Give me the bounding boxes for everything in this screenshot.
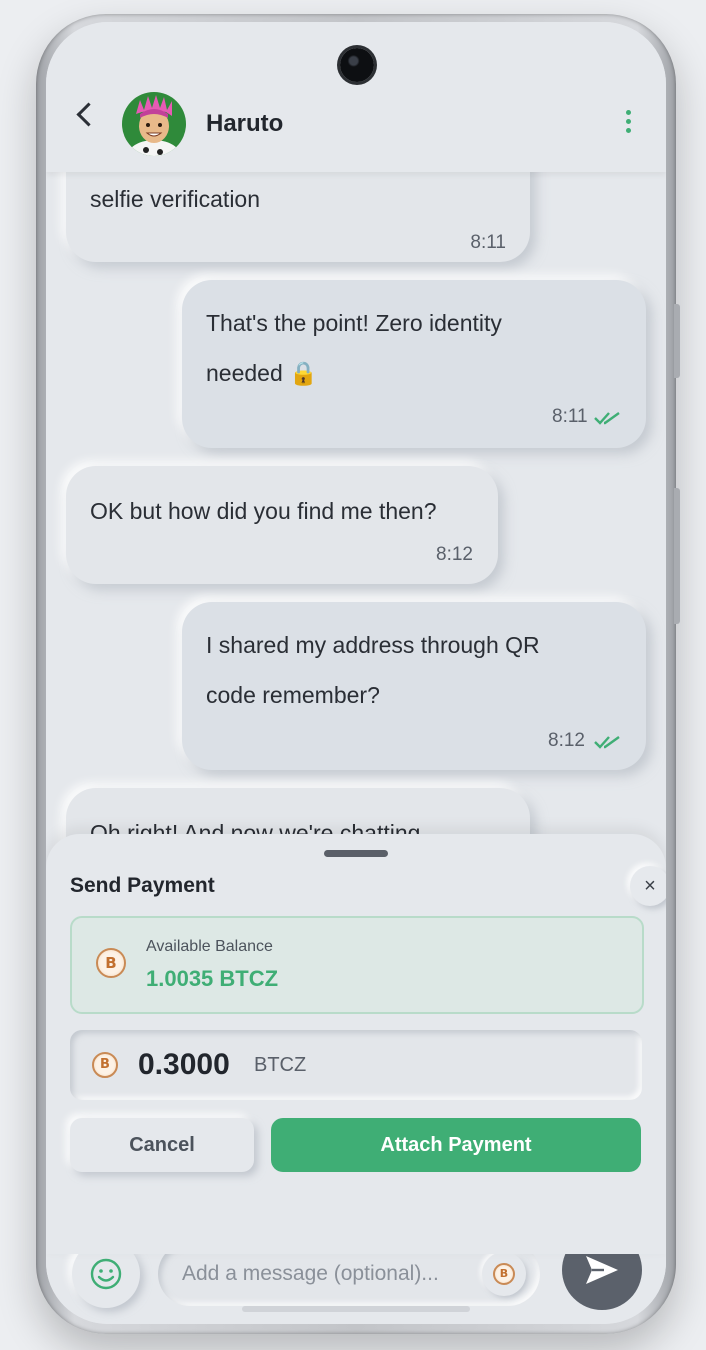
balance-label: Available Balance [146,938,273,955]
chevron-left-icon[interactable] [76,102,101,127]
close-button[interactable]: × [630,866,666,906]
send-payment-sheet: Send Payment × B Available Balance 1.003… [46,834,666,1254]
message-time: 8:11 [552,406,588,427]
send-icon [586,1256,618,1284]
contact-name[interactable]: Haruto [206,110,283,138]
message-time: 8:12 [548,730,585,751]
message-line: code remember? [206,682,380,708]
message-text: I shared my address through QR code reme… [206,620,540,720]
smiley-icon [90,1258,122,1290]
btcz-coin-icon: B [96,948,126,978]
avatar[interactable] [122,92,186,156]
attach-payment-coin-button[interactable]: B [482,1252,526,1296]
message-placeholder: Add a message (optional)... [182,1262,439,1285]
balance-card: B Available Balance 1.0035 BTCZ [70,916,644,1014]
message-line: needed 🔒 [206,360,318,386]
message-bubble: OK but how did you find me then? 8:12 [66,466,498,584]
message-time: 8:11 [470,232,506,253]
sheet-title: Send Payment [70,874,215,897]
read-receipt-icon [594,412,620,425]
read-receipt-icon [594,736,620,749]
volume-button [674,304,680,378]
cancel-button[interactable]: Cancel [70,1118,254,1172]
sheet-drag-handle[interactable] [324,850,388,857]
btcz-coin-icon: B [493,1263,515,1285]
balance-value: 1.0035 BTCZ [146,966,279,991]
chat-header: Haruto [46,22,666,172]
phone-frame: selfie verification 8:11 That's the poin… [36,14,680,1334]
btcz-coin-icon: B [92,1052,118,1078]
avatar-image [122,92,186,156]
message-bubble: I shared my address through QR code reme… [182,602,646,770]
screen: selfie verification 8:11 That's the poin… [46,22,666,1324]
attach-payment-button[interactable]: Attach Payment [271,1118,641,1172]
kebab-menu-icon[interactable] [624,110,632,140]
message-bubble: That's the point! Zero identity needed 🔒… [182,280,646,448]
amount-value: 0.3000 [138,1048,230,1081]
message-line: I shared my address through QR [206,632,540,658]
power-button [674,488,680,624]
message-line: That's the point! Zero identity [206,310,502,336]
message-text: OK but how did you find me then? [90,498,437,524]
amount-input[interactable]: B 0.3000 BTCZ [70,1030,642,1100]
amount-unit: BTCZ [254,1054,307,1076]
home-indicator[interactable] [242,1306,470,1312]
message-text: That's the point! Zero identity needed 🔒 [206,298,502,398]
message-time: 8:12 [436,544,473,565]
message-text: selfie verification [90,186,261,212]
front-camera [340,48,374,82]
